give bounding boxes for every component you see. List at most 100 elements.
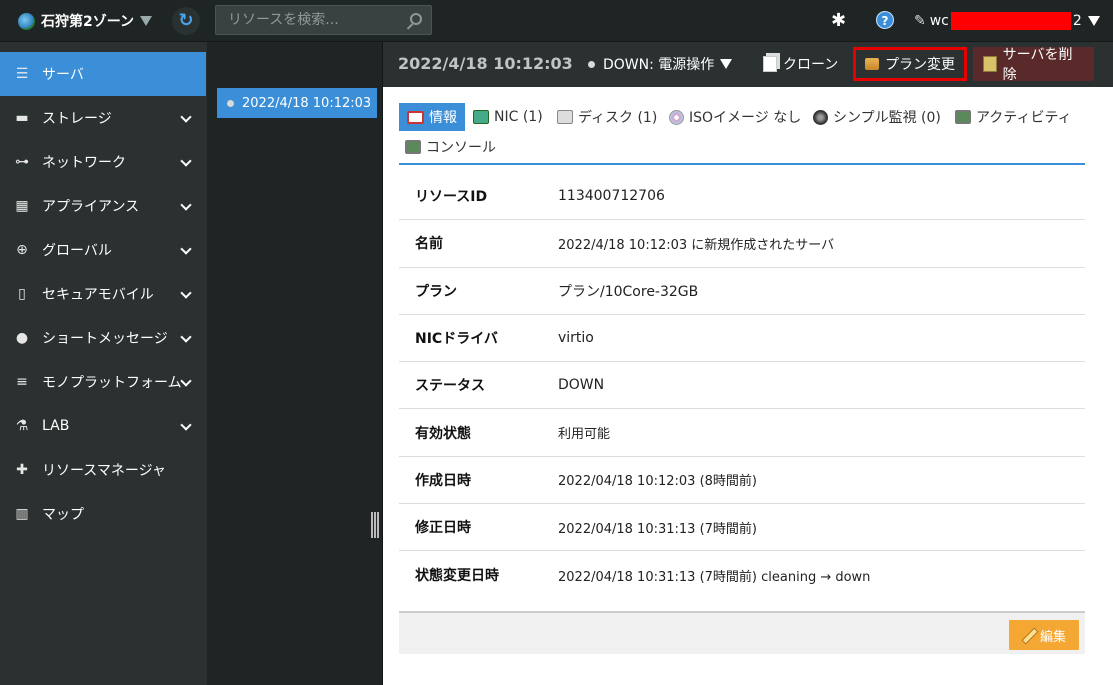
detail-value: DOWN [558,377,605,394]
clone-button[interactable]: クローン [753,47,848,81]
sidebar-item-appliance[interactable]: ▦ アプライアンス [0,184,206,228]
top-bar: 石狩第2ゾーン ↻ ✱ ? ✎ wc 2 [0,0,1113,42]
tab-label: アクティビティ [976,110,1072,126]
search-input[interactable] [228,12,397,28]
sidebar-item-label: サーバ [42,67,84,83]
sidebar-item-lab[interactable]: ⚗ LAB [0,404,206,448]
sidebar-item-resource-manager[interactable]: ✚ リソースマネージャ [0,448,206,492]
detail-value: 2022/04/18 10:31:13 (7時間前) cleaning → do… [558,569,871,585]
chevron-down-icon[interactable] [180,331,192,343]
feather-icon: ✎ [914,13,926,29]
detail-key: NICドライバ [415,331,498,348]
tab-nic[interactable]: NIC (1) [469,103,547,131]
detail-key: ステータス [415,378,485,395]
sidebar-item-network[interactable]: ⊶ ネットワーク [0,140,206,184]
detail-table: リソースID 113400712706 名前 2022/4/18 10:12:0… [399,173,1085,599]
server-title-time: 2022/4/18 10:12:03 [398,54,573,73]
sidebar-item-secure-mobile[interactable]: ▯ セキュアモバイル [0,272,206,316]
chevron-down-icon[interactable] [180,419,192,431]
status-dot-icon [588,60,595,68]
gear-icon[interactable]: ✱ [831,11,846,31]
sidebar-item-server[interactable]: ☰ サーバ [0,52,206,96]
detail-row-nic-driver: NICドライバ virtio [399,315,1085,363]
power-menu-button[interactable]: DOWN: 電源操作 [578,47,742,81]
detail-row-state-changed: 状態変更日時 2022/04/18 10:31:13 (7時間前) cleani… [399,551,1085,598]
sidebar-item-label: マップ [42,507,84,523]
server-list-item[interactable]: 2022/4/18 10:12:03 [217,88,377,118]
sidebar-item-map[interactable]: ▥ マップ [0,492,206,536]
power-status-label: DOWN: 電源操作 [603,57,715,73]
tab-console[interactable]: コンソール [401,133,500,161]
tab-simple-monitor[interactable]: シンプル監視 (0) [809,103,945,131]
tab-activity[interactable]: アクティビティ [951,103,1076,131]
sidebar-item-storage[interactable]: ▬ ストレージ [0,96,206,140]
puzzle-icon: ✚ [16,462,28,478]
help-icon[interactable]: ? [876,11,894,29]
detail-value: 113400712706 [558,188,665,205]
search-box [215,5,432,35]
server-list-item-label: 2022/4/18 10:12:03 [242,95,372,111]
sidebar-item-short-message[interactable]: ● ショートメッセージ [0,316,206,360]
monitor-icon [813,109,828,125]
detail-value: virtio [558,330,594,347]
sidebar-item-mono-platform[interactable]: ≡ モノプラットフォーム [0,360,206,404]
panel-resize-handle[interactable] [371,512,379,538]
detail-row-name: 名前 2022/4/18 10:12:03 に新規作成されたサーバ [399,220,1085,268]
plan-change-button[interactable]: プラン変更 [853,47,967,81]
server-toolbar: 2022/4/18 10:12:03 DOWN: 電源操作 クローン プラン変更… [383,42,1113,87]
detail-value: プラン/10Core-32GB [558,283,699,300]
user-name-prefix: wc [929,13,949,29]
tab-info[interactable]: 情報 [399,103,465,131]
detail-row-availability: 有効状態 利用可能 [399,409,1085,457]
zone-label: 石狩第2ゾーン [41,14,135,30]
refresh-button[interactable]: ↻ [172,7,200,35]
caret-down-icon [720,59,733,69]
detail-tabs: 情報 NIC (1) ディスク (1) ISOイメージ なし シンプル監視 (0… [399,103,1085,165]
chevron-down-icon[interactable] [180,155,192,167]
detail-key: 状態変更日時 [415,568,499,585]
detail-key: 修正日時 [415,520,471,537]
copy-icon [763,56,777,72]
chevron-down-icon[interactable] [180,375,192,387]
tab-iso[interactable]: ISOイメージ なし [665,103,805,131]
sidebar-item-label: ショートメッセージ [42,331,168,347]
sidebar-item-label: ネットワーク [42,155,126,171]
server-detail-panel: 情報 NIC (1) ディスク (1) ISOイメージ なし シンプル監視 (0… [383,87,1113,685]
search-icon[interactable] [410,13,422,25]
detail-key: プラン [415,283,457,300]
chevron-down-icon[interactable] [180,199,192,211]
globe-icon: ⊕ [16,242,28,258]
detail-row-status: ステータス DOWN [399,362,1085,410]
server-icon: ☰ [15,66,29,82]
globe-icon [18,12,35,30]
detail-value: 2022/04/18 10:31:13 (7時間前) [558,521,757,537]
detail-key: リソースID [415,189,488,206]
zone-selector[interactable]: 石狩第2ゾーン [18,10,153,32]
info-icon [407,110,424,124]
chevron-down-icon[interactable] [180,243,192,255]
user-menu[interactable]: ✎ wc 2 [914,10,1100,32]
delete-server-button[interactable]: サーバを削除 [973,47,1094,83]
chat-icon: ● [15,330,29,346]
detail-footer: 編集 [399,611,1085,654]
edit-label: 編集 [1039,629,1066,645]
mobile-icon: ▯ [18,286,26,302]
detail-row-plan: プラン プラン/10Core-32GB [399,268,1085,315]
detail-value: 2022/4/18 10:12:03 に新規作成されたサーバ [558,237,835,253]
tab-label: シンプル監視 (0) [833,110,941,126]
caret-down-icon [140,16,153,26]
nic-icon [473,110,489,124]
map-icon: ▥ [15,506,29,522]
chevron-down-icon[interactable] [180,111,192,123]
tab-label: 情報 [429,110,457,126]
sidebar-item-label: セキュアモバイル [42,287,154,303]
sidebar-item-label: リソースマネージャ [42,463,166,479]
detail-value: 利用可能 [558,427,611,443]
tab-disk[interactable]: ディスク (1) [553,103,661,131]
chevron-down-icon[interactable] [180,287,192,299]
edit-button[interactable]: 編集 [1009,620,1079,650]
plan-change-label: プラン変更 [885,57,955,73]
detail-row-resource-id: リソースID 113400712706 [399,173,1085,221]
detail-key: 作成日時 [415,472,471,489]
sidebar-item-global[interactable]: ⊕ グローバル [0,228,206,272]
